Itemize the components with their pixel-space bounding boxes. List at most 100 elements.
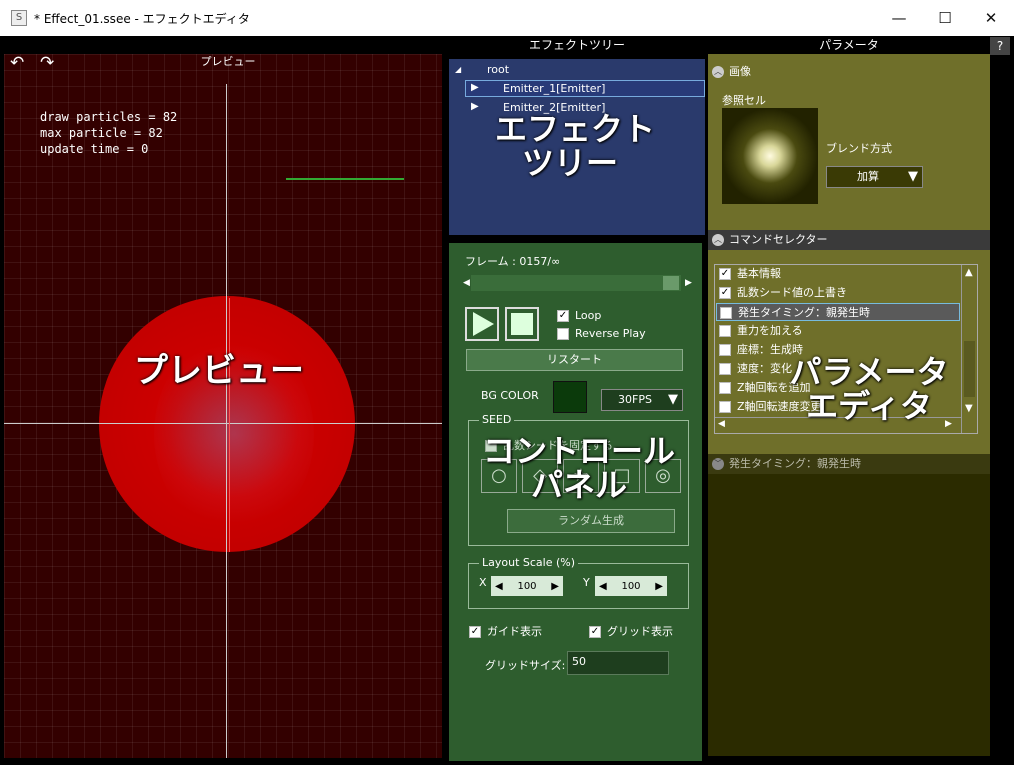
checkbox-icon[interactable] <box>720 307 732 319</box>
effect-tree-header: エフェクトツリー <box>528 38 625 52</box>
layout-scale-label: Layout Scale (%) <box>479 556 579 569</box>
increment-icon[interactable]: ▶ <box>655 581 663 592</box>
tree-item-arrow-icon[interactable]: ▶ <box>471 82 479 93</box>
image-section-header[interactable]: ︿ 画像 <box>708 62 990 82</box>
undo-icon[interactable]: ↶ <box>10 54 24 72</box>
maximize-button[interactable]: ☐ <box>922 0 968 36</box>
loop-checkbox[interactable]: ✓ Loop <box>557 309 601 322</box>
y-scale-value[interactable]: 100 <box>621 581 640 592</box>
command-label: 乱数シード値の上書き <box>737 286 847 299</box>
reverse-play-checkbox[interactable]: Reverse Play <box>557 327 646 340</box>
y-scale-stepper[interactable]: ◀ 100 ▶ <box>595 576 667 596</box>
ref-cell-thumbnail[interactable] <box>722 108 818 204</box>
command-selector-header[interactable]: ︿ コマンドセレクター <box>708 230 990 250</box>
slider-left-icon[interactable]: ◀ <box>463 278 470 288</box>
y-label: Y <box>583 576 590 589</box>
stop-icon <box>511 313 533 335</box>
window-title: * Effect_01.ssee - エフェクトエディタ <box>34 11 250 26</box>
checkbox-icon[interactable] <box>719 344 731 356</box>
parameter-overlay-label: パラメータ エディタ <box>789 353 949 425</box>
tree-item-arrow-icon[interactable]: ▶ <box>471 101 479 112</box>
redo-icon[interactable]: ↷ <box>40 54 54 72</box>
parameter-panel: ︿ 画像 参照セル ブレンド方式 加算 ▼ ︿ コマンドセレクター ✓ 基本情報 ✓ 乱数… <box>708 54 990 756</box>
grid-size-field[interactable]: 50 <box>567 651 669 675</box>
random-generate-button[interactable]: ランダム生成 <box>507 509 675 533</box>
restart-button[interactable]: リスタート <box>466 349 683 371</box>
editor-window: S * Effect_01.ssee - エフェクトエディタ — ☐ ✕ エフェ… <box>0 0 1014 765</box>
play-icon <box>473 312 494 336</box>
scroll-left-icon[interactable]: ◀ <box>718 419 725 429</box>
timing-section-title: 発生タイミング：親発生時 <box>729 457 861 470</box>
list-item[interactable]: ✓ 乱数シード値の上書き <box>719 284 847 302</box>
seed-group-label: SEED <box>479 413 515 426</box>
grid-checkbox[interactable]: ✓ グリッド表示 <box>589 623 673 639</box>
blend-mode-dropdown[interactable]: 加算 ▼ <box>826 166 923 188</box>
blend-mode-value: 加算 <box>857 170 879 183</box>
parameters-header: パラメータ <box>819 38 879 52</box>
grid-size-label: グリッドサイズ: <box>485 659 566 672</box>
effect-tree-panel: ◢ root ▶ Emitter_1[Emitter] ▶ Emitter_2[… <box>449 59 705 235</box>
timing-section-header[interactable]: ﹀ 発生タイミング：親発生時 <box>708 454 990 474</box>
tree-item-emitter-1[interactable]: Emitter_1[Emitter] <box>503 82 605 95</box>
checkbox-icon[interactable]: ✓ <box>719 268 731 280</box>
window-controls: — ☐ ✕ <box>876 0 1014 36</box>
decrement-icon[interactable]: ◀ <box>599 581 607 592</box>
checkbox-icon[interactable]: ✓ <box>557 310 569 322</box>
command-label: 発生タイミング：親発生時 <box>738 306 870 319</box>
preview-stats: draw particles = 82 max particle = 82 up… <box>40 110 178 156</box>
frame-slider[interactable] <box>471 275 681 291</box>
command-label: 基本情報 <box>737 267 781 280</box>
list-item-selected[interactable]: 発生タイミング：親発生時 <box>716 303 960 321</box>
fps-value: 30FPS <box>618 393 652 406</box>
x-scale-stepper[interactable]: ◀ 100 ▶ <box>491 576 563 596</box>
checkbox-icon[interactable] <box>719 363 731 375</box>
checkbox-icon[interactable] <box>719 382 731 394</box>
command-label: 重力を加える <box>737 324 803 337</box>
chevron-down-icon: ▼ <box>908 169 918 184</box>
x-scale-value[interactable]: 100 <box>517 581 536 592</box>
preview-panel[interactable]: プレビュー ↶ ↷ draw particles = 82 max partic… <box>4 54 442 758</box>
root-expand-icon[interactable]: ◢ <box>455 65 461 74</box>
close-button[interactable]: ✕ <box>968 0 1014 36</box>
reverse-label: Reverse Play <box>575 327 646 340</box>
tree-root[interactable]: root <box>487 63 509 76</box>
help-button[interactable]: ? <box>990 37 1010 55</box>
decrement-icon[interactable]: ◀ <box>495 581 503 592</box>
preview-title: プレビュー <box>200 55 256 68</box>
slider-right-icon[interactable]: ▶ <box>685 278 692 288</box>
x-label: X <box>479 576 487 589</box>
vertical-guide <box>226 84 227 758</box>
control-panel: フレーム : 0157/∞ ◀ ▶ ✓ Loop Reverse Play リスタ… <box>449 243 702 761</box>
checkbox-icon[interactable] <box>557 328 569 340</box>
checkbox-icon[interactable]: ✓ <box>589 626 601 638</box>
bg-color-swatch[interactable] <box>553 381 587 413</box>
bg-color-label: BG COLOR <box>481 389 539 402</box>
collapse-icon[interactable]: ︿ <box>712 66 724 78</box>
checkbox-icon[interactable] <box>719 401 731 413</box>
horizontal-guide <box>4 423 442 424</box>
minimize-button[interactable]: — <box>876 0 922 36</box>
checkbox-icon[interactable] <box>719 325 731 337</box>
scroll-up-icon[interactable]: ▲ <box>965 267 973 278</box>
chevron-down-icon: ▼ <box>668 392 678 407</box>
frame-counter: フレーム : 0157/∞ <box>465 255 561 268</box>
list-item[interactable]: ✓ 基本情報 <box>719 265 781 283</box>
fps-dropdown[interactable]: 30FPS ▼ <box>601 389 683 411</box>
layout-scale-group: Layout Scale (%) X ◀ 100 ▶ Y ◀ 100 ▶ <box>468 556 689 609</box>
guide-checkbox[interactable]: ✓ ガイド表示 <box>469 623 542 639</box>
list-item[interactable]: 重力を加える <box>719 322 803 340</box>
stop-button[interactable] <box>505 307 539 341</box>
ref-cell-label: 参照セル <box>722 94 766 107</box>
image-section-title: 画像 <box>729 65 751 78</box>
checkbox-icon[interactable]: ✓ <box>719 287 731 299</box>
play-button[interactable] <box>465 307 499 341</box>
expand-icon[interactable]: ﹀ <box>712 458 724 470</box>
slider-thumb[interactable] <box>663 276 679 290</box>
grid-label: グリッド表示 <box>607 625 673 638</box>
checkbox-icon[interactable]: ✓ <box>469 626 481 638</box>
control-overlay-label: コントロール パネル <box>482 432 675 504</box>
vertical-red-guide <box>229 298 230 552</box>
increment-icon[interactable]: ▶ <box>551 581 559 592</box>
loop-label: Loop <box>575 309 602 322</box>
collapse-icon[interactable]: ︿ <box>712 234 724 246</box>
